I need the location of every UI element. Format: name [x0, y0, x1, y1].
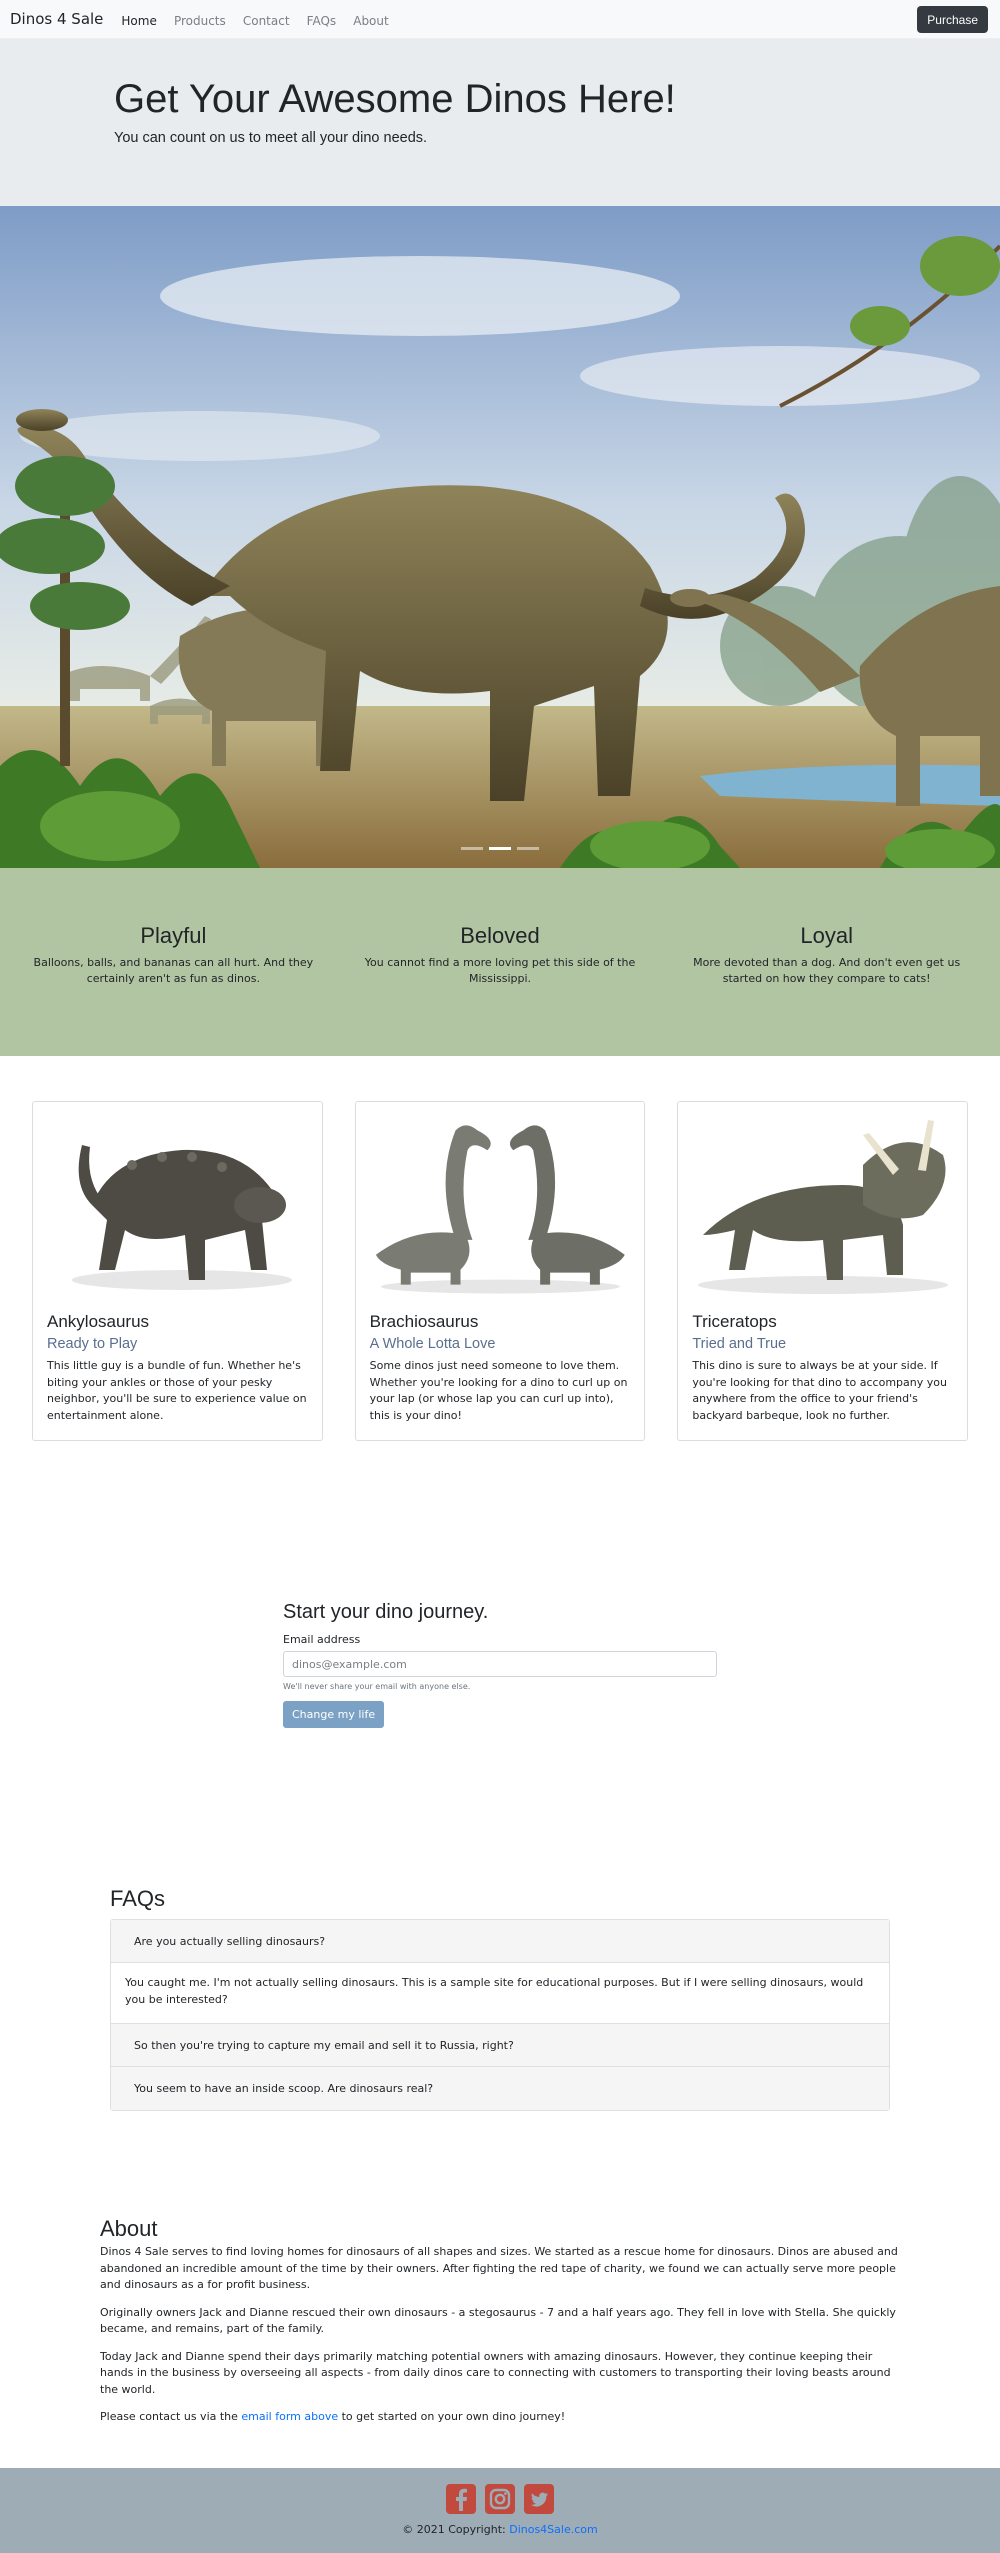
product-card-triceratops: Triceratops Tried and True This dino is …	[677, 1101, 969, 1441]
faq-question-1[interactable]: Are you actually selling dinosaurs?	[111, 1920, 889, 1963]
about-contact-text: Please contact us via the	[100, 2410, 242, 2423]
brand-link[interactable]: Dinos 4 Sale	[10, 10, 103, 28]
nav-link-products[interactable]: Products	[174, 14, 226, 28]
faq-question-3[interactable]: You seem to have an inside scoop. Are di…	[111, 2067, 889, 2110]
signup-heading: Start your dino journey.	[283, 1601, 489, 1623]
card-title: Brachiosaurus	[369, 1312, 479, 1331]
page-title: Get Your Awesome Dinos Here!	[114, 77, 676, 121]
email-input[interactable]	[283, 1651, 717, 1677]
copyright-text: © 2021 Copyright:	[402, 2523, 510, 2536]
page-lead: You can count on us to meet all your din…	[114, 130, 428, 146]
feature-title: Beloved	[460, 923, 540, 948]
features-section: Playful Balloons, balls, and bananas can…	[0, 868, 1000, 1056]
nav-link-contact[interactable]: Contact	[243, 14, 290, 28]
about-contact-text-end: to get started on your own dino journey!	[338, 2410, 566, 2423]
about-paragraph-2: Originally owners Jack and Dianne rescue…	[100, 2305, 896, 2336]
feature-playful: Playful Balloons, balls, and bananas can…	[10, 923, 337, 1056]
faq-question-2[interactable]: So then you're trying to capture my emai…	[111, 2024, 889, 2067]
about-paragraph-1: Dinos 4 Sale serves to find loving homes…	[100, 2245, 898, 2291]
faq-accordion: Are you actually selling dinosaurs? You …	[110, 1919, 890, 2111]
email-label: Email address	[283, 1633, 361, 1646]
about-heading: About	[100, 2216, 158, 2241]
instagram-icon[interactable]	[485, 2484, 515, 2514]
faqs-heading: FAQs	[110, 1886, 166, 1911]
product-card-brachiosaurus: Brachiosaurus A Whole Lotta Love Some di…	[354, 1101, 646, 1441]
feature-title: Playful	[140, 923, 207, 948]
social-icons	[0, 2484, 1000, 2514]
twitter-icon[interactable]	[524, 2484, 554, 2514]
feature-beloved: Beloved You cannot find a more loving pe…	[337, 923, 664, 1056]
nav-links: Home Products Contact FAQs About	[121, 10, 400, 29]
feature-text: You cannot find a more loving pet this s…	[364, 956, 636, 985]
triceratops-image	[678, 1102, 968, 1297]
card-text: This little guy is a bundle of fun. Whet…	[47, 1359, 307, 1422]
site-link[interactable]: Dinos4Sale.com	[509, 2523, 598, 2536]
signup-form: Start your dino journey. Email address W…	[0, 1506, 1000, 1886]
nav-link-faqs[interactable]: FAQs	[307, 14, 337, 28]
feature-text: More devoted than a dog. And don't even …	[693, 956, 961, 985]
jumbotron: Get Your Awesome Dinos Here! You can cou…	[0, 39, 1000, 206]
card-text: Some dinos just need someone to love the…	[369, 1359, 628, 1422]
about-section: About Dinos 4 Sale serves to find loving…	[0, 2216, 1000, 2468]
about-paragraph-3: Today Jack and Dianne spend their days p…	[100, 2349, 891, 2396]
feature-text: Balloons, balls, and bananas can all hur…	[33, 956, 314, 985]
card-subtitle: Tried and True	[692, 1336, 787, 1352]
change-my-life-button[interactable]: Change my life	[283, 1701, 385, 1728]
faqs-section: FAQs Are you actually selling dinosaurs?…	[0, 1886, 1000, 2216]
email-form-link[interactable]: email form above	[241, 2410, 338, 2423]
card-title: Triceratops	[692, 1312, 777, 1331]
feature-title: Loyal	[800, 923, 853, 948]
about-paragraph-4: Please contact us via the email form abo…	[100, 2409, 900, 2426]
product-card-ankylosaurus: Ankylosaurus Ready to Play This little g…	[32, 1101, 323, 1441]
carousel-indicators	[461, 847, 539, 850]
carousel-indicator-active[interactable]	[489, 847, 511, 850]
feature-loyal: Loyal More devoted than a dog. And don't…	[663, 923, 990, 1056]
carousel-indicator[interactable]	[517, 847, 539, 850]
nav-link-home[interactable]: Home	[121, 14, 156, 28]
email-help-text: We'll never share your email with anyone…	[283, 1682, 471, 1691]
products-section: Ankylosaurus Ready to Play This little g…	[0, 1056, 1000, 1506]
footer: © 2021 Copyright: Dinos4Sale.com	[0, 2468, 1000, 2553]
ankylosaurus-image	[33, 1102, 322, 1297]
card-title: Ankylosaurus	[47, 1312, 150, 1331]
faq-answer-1: You caught me. I'm not actually selling …	[111, 1963, 889, 2024]
navbar: Dinos 4 Sale Home Products Contact FAQs …	[0, 0, 1000, 39]
carousel-indicator[interactable]	[461, 847, 483, 850]
brachiosaurus-image	[355, 1102, 645, 1297]
purchase-button[interactable]: Purchase	[917, 6, 988, 33]
card-subtitle: Ready to Play	[47, 1336, 138, 1352]
copyright: © 2021 Copyright: Dinos4Sale.com	[0, 2523, 1000, 2536]
facebook-icon[interactable]	[446, 2484, 476, 2514]
nav-link-about[interactable]: About	[353, 14, 388, 28]
card-subtitle: A Whole Lotta Love	[369, 1336, 496, 1352]
hero-dinosaur-image	[0, 206, 1000, 868]
hero-carousel[interactable]	[0, 206, 1000, 868]
card-text: This dino is sure to always be at your s…	[692, 1359, 947, 1422]
